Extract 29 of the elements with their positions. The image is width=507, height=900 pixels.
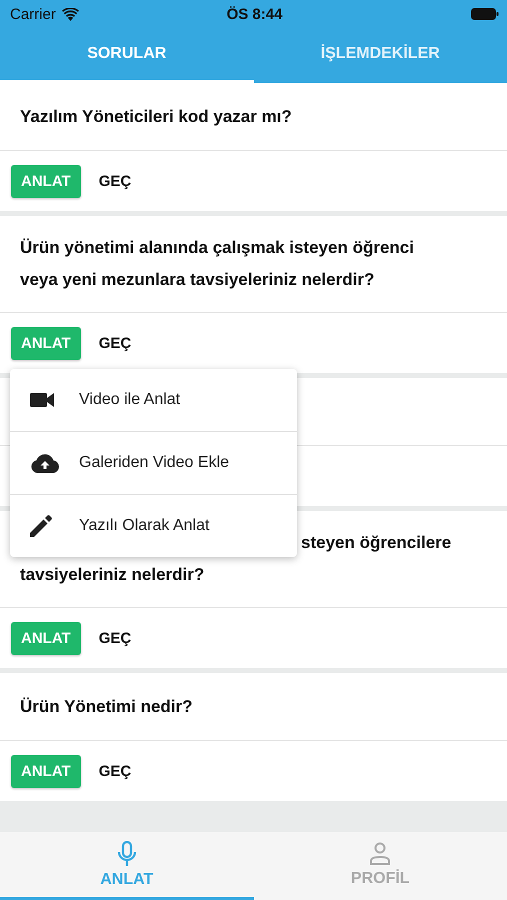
status-time: ÖS 8:44	[226, 6, 282, 22]
microphone-icon	[116, 840, 137, 866]
question-text: veya yeni mezunlara tavsiyeleriniz nelerdir?	[20, 269, 376, 291]
menu-item[interactable]: Yazılı Olarak Anlat	[10, 495, 297, 557]
wifi-icon	[62, 8, 79, 20]
pencil-icon	[30, 515, 52, 537]
question-text: Ürün yönetimi alanında çalışmak isteyen öğrenci	[20, 237, 415, 259]
carrier-label: Carrier	[10, 6, 56, 22]
menu-item[interactable]: Video ile Anlat	[10, 369, 297, 432]
explain-button[interactable]: ANLAT	[11, 326, 81, 360]
explain-button[interactable]: ANLAT	[11, 164, 81, 198]
skip-button[interactable]: GEÇ	[90, 334, 140, 352]
menu-item[interactable]: Galeriden Video Ekle	[10, 432, 297, 495]
battery-icon	[471, 8, 499, 20]
skip-button[interactable]: GEÇ	[90, 762, 140, 780]
question-text: tavsiyeleriniz nelerdir?	[20, 564, 206, 586]
question-text: Ürün Yönetimi nedir?	[20, 696, 194, 718]
question-text: steyen öğrencilere	[300, 532, 452, 554]
cloud-upload-icon	[30, 453, 60, 473]
explain-button[interactable]: ANLAT	[11, 622, 81, 654]
top-tab[interactable]: İŞLEMDEKİLER	[254, 28, 507, 83]
question-text: Yazılım Yöneticileri kod yazar mı?	[20, 106, 293, 128]
skip-button[interactable]: GEÇ	[90, 172, 140, 190]
explain-button[interactable]: ANLAT	[11, 754, 81, 788]
bottom-tab[interactable]: ANLAT	[0, 832, 254, 900]
skip-button[interactable]: GEÇ	[90, 630, 140, 646]
video-camera-icon	[30, 392, 54, 408]
person-icon	[369, 842, 392, 866]
bottom-tab[interactable]: PROFİL	[254, 832, 507, 900]
